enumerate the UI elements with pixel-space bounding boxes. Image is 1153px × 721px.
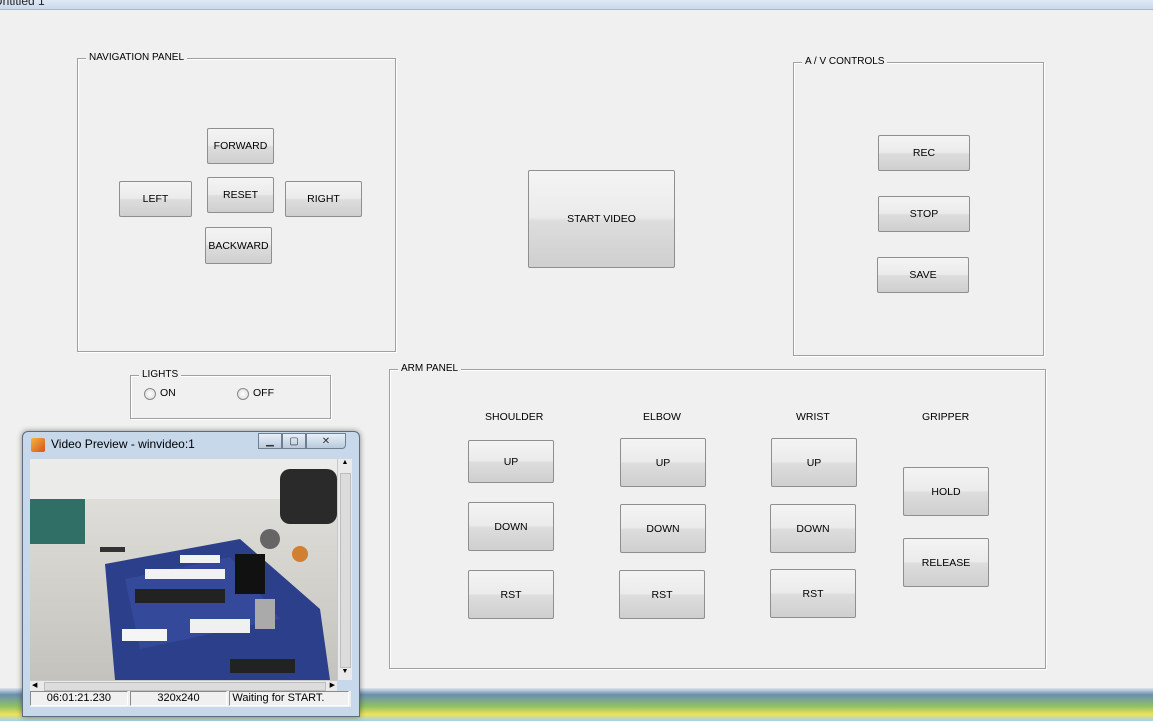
save-button[interactable]: SAVE: [877, 257, 969, 293]
gripper-label: GRIPPER: [922, 411, 970, 423]
lights-off-radio[interactable]: [237, 388, 249, 400]
minimize-icon[interactable]: ▁: [258, 433, 282, 449]
video-preview-title: Video Preview - winvideo:1: [51, 437, 195, 451]
status-message: Waiting for START.: [229, 691, 349, 706]
shoulder-label: SHOULDER: [485, 411, 544, 423]
video-frame: [30, 459, 337, 680]
elbow-label: ELBOW: [643, 411, 681, 423]
matlab-icon: [31, 438, 45, 452]
status-resolution: 320x240: [129, 691, 228, 706]
window-title: Untitled 1: [0, 0, 45, 8]
maximize-icon[interactable]: ▢: [282, 433, 306, 449]
shoulder-down-button[interactable]: DOWN: [468, 502, 554, 551]
left-button[interactable]: LEFT: [119, 181, 192, 217]
gripper-hold-button[interactable]: HOLD: [903, 467, 989, 516]
elbow-up-button[interactable]: UP: [620, 438, 706, 487]
lights-on-radio[interactable]: [144, 388, 156, 400]
window-title-bar: Untitled 1: [0, 0, 1153, 10]
forward-button[interactable]: FORWARD: [207, 128, 274, 164]
av-controls-title: A / V CONTROLS: [802, 56, 888, 68]
video-status-bar: 06:01:21.230 320x240 Waiting for START.: [30, 691, 351, 707]
arm-panel-title: ARM PANEL: [398, 363, 462, 375]
elbow-rst-button[interactable]: RST: [619, 570, 705, 619]
gripper-release-button[interactable]: RELEASE: [903, 538, 989, 587]
wrist-label: WRIST: [796, 411, 830, 423]
rec-button[interactable]: REC: [878, 135, 970, 171]
video-horizontal-scrollbar[interactable]: ◀ ▶: [30, 680, 337, 691]
navigation-panel-title: NAVIGATION PANEL: [86, 52, 188, 64]
wrist-up-button[interactable]: UP: [771, 438, 857, 487]
backward-button[interactable]: BACKWARD: [205, 227, 272, 264]
lights-title: LIGHTS: [139, 369, 182, 381]
shoulder-rst-button[interactable]: RST: [468, 570, 554, 619]
start-video-button[interactable]: START VIDEO: [528, 170, 675, 268]
stop-button[interactable]: STOP: [878, 196, 970, 232]
wrist-down-button[interactable]: DOWN: [770, 504, 856, 553]
shoulder-up-button[interactable]: UP: [468, 440, 554, 483]
close-icon[interactable]: ✕: [306, 433, 346, 449]
status-time: 06:01:21.230: [30, 691, 128, 706]
lights-off-label: OFF: [253, 387, 274, 399]
video-vertical-scrollbar[interactable]: ▲ ▼: [337, 459, 352, 680]
right-button[interactable]: RIGHT: [285, 181, 362, 217]
elbow-down-button[interactable]: DOWN: [620, 504, 706, 553]
lights-on-label: ON: [160, 387, 176, 399]
video-preview-window: Video Preview - winvideo:1 ▁ ▢ ✕ ▲ ▼ ◀ ▶…: [22, 431, 360, 717]
wrist-rst-button[interactable]: RST: [770, 569, 856, 618]
camera-frame-image: [30, 459, 337, 680]
reset-button[interactable]: RESET: [207, 177, 274, 213]
